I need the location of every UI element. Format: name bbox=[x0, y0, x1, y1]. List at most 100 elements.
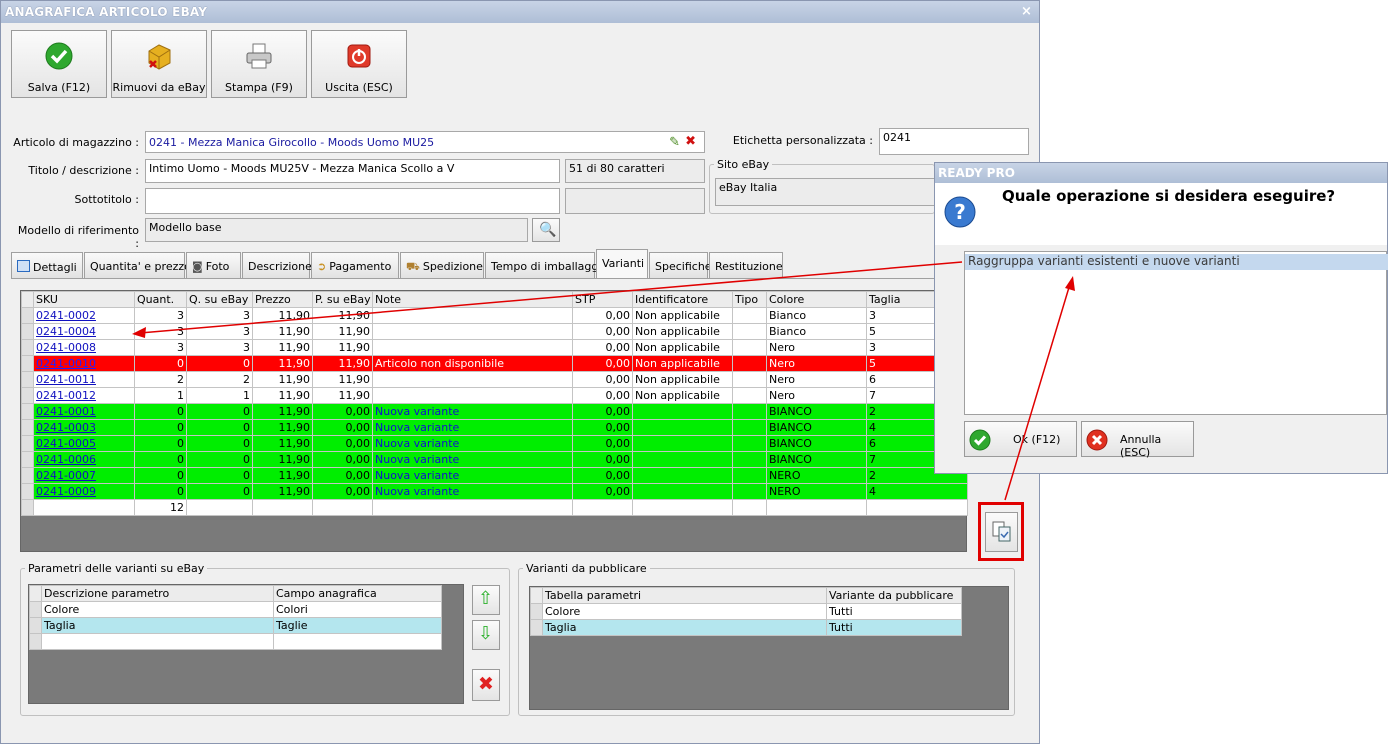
ident-cell[interactable] bbox=[632, 467, 733, 484]
ident-cell[interactable]: Non applicabile bbox=[632, 323, 733, 340]
cell[interactable]: Colore bbox=[41, 601, 274, 618]
column-header[interactable]: Variante da pubblicare bbox=[826, 587, 962, 604]
sku-link[interactable]: 0241-0001 bbox=[36, 405, 96, 418]
tab-foto[interactable]: ◙ Foto bbox=[186, 252, 241, 278]
sku-link[interactable]: 0241-0009 bbox=[36, 485, 96, 498]
table-row[interactable]: Taglia Taglie bbox=[29, 617, 442, 634]
column-header[interactable]: Colore bbox=[766, 291, 867, 308]
parametri-grid[interactable]: Descrizione parametro Campo anagrafica Co… bbox=[28, 584, 464, 704]
quant-cell[interactable]: 2 bbox=[134, 371, 187, 388]
move-up-button[interactable]: ⇧ bbox=[472, 585, 500, 615]
colore-cell[interactable]: Bianco bbox=[766, 307, 867, 324]
qebay-cell[interactable]: 0 bbox=[186, 435, 253, 452]
row-selector[interactable] bbox=[21, 403, 34, 420]
column-header[interactable]: Descrizione parametro bbox=[41, 585, 274, 602]
qebay-cell[interactable]: 1 bbox=[186, 387, 253, 404]
qebay-cell[interactable]: 3 bbox=[186, 307, 253, 324]
table-row[interactable]: 0241-0012 1 1 11,90 11,90 0,00 Non applicabile… bbox=[21, 387, 968, 404]
sottotitolo-field[interactable] bbox=[145, 188, 560, 214]
sku-link[interactable]: 0241-0003 bbox=[36, 421, 96, 434]
column-header[interactable]: Prezzo bbox=[252, 291, 313, 308]
row-selector[interactable] bbox=[21, 419, 34, 436]
cell[interactable]: Colore bbox=[542, 603, 827, 620]
colore-cell[interactable]: Nero bbox=[766, 371, 867, 388]
table-row[interactable]: 0241-0008 3 3 11,90 11,90 0,00 Non applicabile… bbox=[21, 339, 968, 356]
table-row[interactable]: 0241-0007 0 0 11,90 0,00 Nuova variante 0,00 NE… bbox=[21, 467, 968, 484]
taglia-cell[interactable]: 4 bbox=[866, 483, 968, 500]
colore-cell[interactable]: NERO bbox=[766, 467, 867, 484]
prezzo-cell[interactable]: 11,90 bbox=[252, 323, 313, 340]
print-button[interactable]: Stampa (F9) bbox=[211, 30, 307, 98]
varianti-pubblicare-grid[interactable]: Tabella parametri Variante da pubblicare … bbox=[529, 586, 1009, 710]
column-header[interactable]: Campo anagrafica bbox=[273, 585, 442, 602]
ident-cell[interactable] bbox=[632, 403, 733, 420]
prezzo-cell[interactable]: 11,90 bbox=[252, 403, 313, 420]
colore-cell[interactable]: NERO bbox=[766, 483, 867, 500]
sku-cell[interactable]: 0241-0004 bbox=[33, 323, 135, 340]
articolo-field[interactable]: 0241 - Mezza Manica Girocollo - Moods Uo… bbox=[145, 131, 705, 153]
sku-link[interactable]: 0241-0008 bbox=[36, 341, 96, 354]
stp-cell[interactable]: 0,00 bbox=[572, 467, 633, 484]
ident-cell[interactable]: Non applicabile bbox=[632, 355, 733, 372]
table-row[interactable]: 0241-0003 0 0 11,90 0,00 Nuova variante 0,00 BI… bbox=[21, 419, 968, 436]
tab-descrizione[interactable]: Descrizione bbox=[242, 252, 312, 278]
quant-cell[interactable]: 0 bbox=[134, 355, 187, 372]
sku-link[interactable]: 0241-0012 bbox=[36, 389, 96, 402]
table-row[interactable]: 0241-0005 0 0 11,90 0,00 Nuova variante 0,00 BI… bbox=[21, 435, 968, 452]
sku-cell[interactable]: 0241-0012 bbox=[33, 387, 135, 404]
row-selector[interactable] bbox=[21, 323, 34, 340]
titolo-field[interactable]: Intimo Uomo - Moods MU25V - Mezza Manica… bbox=[145, 159, 560, 183]
tipo-cell[interactable] bbox=[732, 323, 767, 340]
cell[interactable]: Tutti bbox=[826, 619, 962, 636]
stp-cell[interactable]: 0,00 bbox=[572, 435, 633, 452]
note-cell[interactable] bbox=[372, 323, 573, 340]
row-selector[interactable] bbox=[21, 307, 34, 324]
quant-cell[interactable]: 1 bbox=[134, 387, 187, 404]
exit-button[interactable]: Uscita (ESC) bbox=[311, 30, 407, 98]
operation-list[interactable]: Raggruppa varianti esistenti e nuove var… bbox=[964, 251, 1388, 415]
column-header[interactable]: Quant. bbox=[134, 291, 187, 308]
table-row[interactable]: 0241-0004 3 3 11,90 11,90 0,00 Non applicabile… bbox=[21, 323, 968, 340]
tipo-cell[interactable] bbox=[732, 467, 767, 484]
quant-cell[interactable]: 0 bbox=[134, 419, 187, 436]
cell[interactable]: Taglia bbox=[542, 619, 827, 636]
qebay-cell[interactable]: 0 bbox=[186, 403, 253, 420]
ident-cell[interactable]: Non applicabile bbox=[632, 387, 733, 404]
ident-cell[interactable] bbox=[632, 451, 733, 468]
colore-cell[interactable]: BIANCO bbox=[766, 403, 867, 420]
note-cell[interactable] bbox=[372, 371, 573, 388]
note-cell[interactable]: Nuova variante bbox=[372, 403, 573, 420]
tab-varianti[interactable]: Varianti bbox=[596, 249, 648, 279]
row-selector[interactable] bbox=[21, 387, 34, 404]
pebay-cell[interactable]: 11,90 bbox=[312, 355, 373, 372]
ident-cell[interactable]: Non applicabile bbox=[632, 339, 733, 356]
pebay-cell[interactable]: 11,90 bbox=[312, 387, 373, 404]
column-header[interactable]: Tipo bbox=[732, 291, 767, 308]
prezzo-cell[interactable]: 11,90 bbox=[252, 387, 313, 404]
column-header[interactable]: Tabella parametri bbox=[542, 587, 827, 604]
merge-variants-button[interactable] bbox=[985, 512, 1018, 552]
ident-cell[interactable] bbox=[632, 419, 733, 436]
tipo-cell[interactable] bbox=[732, 339, 767, 356]
ident-cell[interactable]: Non applicabile bbox=[632, 371, 733, 388]
qebay-cell[interactable]: 3 bbox=[186, 323, 253, 340]
sku-cell[interactable]: 0241-0005 bbox=[33, 435, 135, 452]
pebay-cell[interactable]: 0,00 bbox=[312, 435, 373, 452]
pebay-cell[interactable]: 0,00 bbox=[312, 483, 373, 500]
row-selector[interactable] bbox=[21, 483, 34, 500]
prezzo-cell[interactable]: 11,90 bbox=[252, 339, 313, 356]
close-icon[interactable]: × bbox=[1021, 4, 1032, 19]
etichetta-field[interactable]: 0241 bbox=[879, 128, 1029, 155]
row-selector[interactable] bbox=[29, 633, 42, 650]
modello-field[interactable]: Modello base bbox=[145, 218, 528, 242]
row-selector[interactable] bbox=[21, 371, 34, 388]
tipo-cell[interactable] bbox=[732, 371, 767, 388]
search-button[interactable]: 🔍 bbox=[532, 218, 560, 242]
colore-cell[interactable]: BIANCO bbox=[766, 435, 867, 452]
quant-cell[interactable]: 3 bbox=[134, 323, 187, 340]
sku-cell[interactable]: 0241-0006 bbox=[33, 451, 135, 468]
quant-cell[interactable]: 0 bbox=[134, 483, 187, 500]
row-selector[interactable] bbox=[21, 339, 34, 356]
table-row[interactable]: 0241-0010 0 0 11,90 11,90 Articolo non dispon… bbox=[21, 355, 968, 372]
tipo-cell[interactable] bbox=[732, 483, 767, 500]
